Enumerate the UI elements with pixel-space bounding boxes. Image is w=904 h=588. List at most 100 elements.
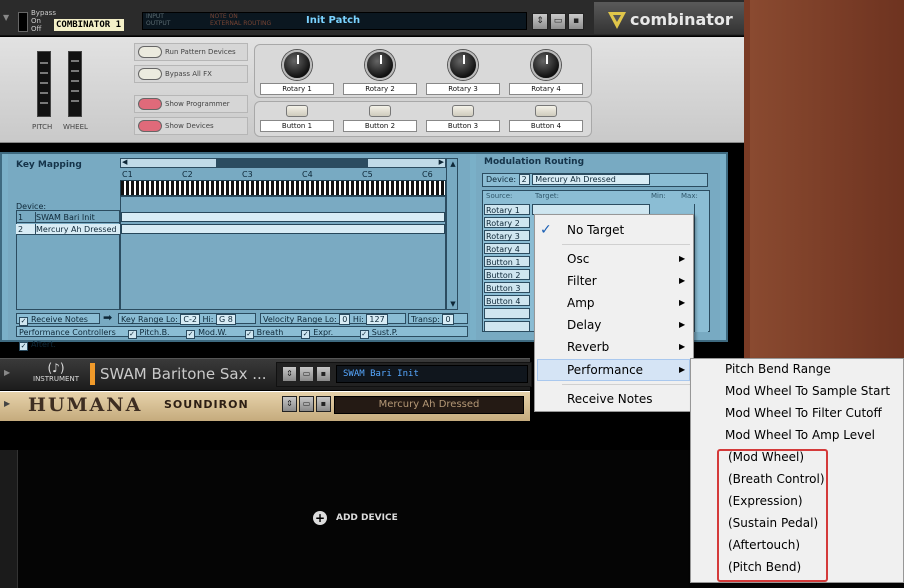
- device-row[interactable]: 1 SWAM Bari Init: [16, 212, 120, 223]
- mod-source-select[interactable]: Button 1: [484, 256, 530, 267]
- rotary-1-knob[interactable]: [282, 50, 312, 80]
- transpose-field[interactable]: Transp: 0: [408, 313, 468, 325]
- mod-source-select[interactable]: Rotary 4: [484, 243, 530, 254]
- menu-item-reverb[interactable]: Reverb: [567, 336, 609, 358]
- bypass-fx-label: Bypass All FX: [165, 70, 212, 78]
- button-1-label[interactable]: Button 1: [260, 120, 334, 132]
- add-device-button[interactable]: ADD DEVICE: [336, 511, 398, 525]
- menu-item-filter[interactable]: Filter: [567, 270, 597, 292]
- rotary-2-knob[interactable]: [365, 50, 395, 80]
- fold-triangle-icon[interactable]: ▼: [3, 13, 9, 22]
- receive-notes-checkbox[interactable]: ✓ Receive Notes: [16, 313, 100, 326]
- octave-label: C4: [302, 170, 313, 179]
- browse-patch-folder-icon[interactable]: ▭: [550, 13, 566, 30]
- bypass-switch[interactable]: [18, 12, 28, 32]
- humana-patch-name[interactable]: Mercury Ah Dressed: [334, 396, 524, 414]
- button-4[interactable]: [535, 105, 557, 117]
- rotary-3-knob[interactable]: [448, 50, 478, 80]
- swam-device-title: SWAM Baritone Sax ...: [100, 365, 267, 383]
- mod-source-select[interactable]: Rotary 1: [484, 204, 530, 215]
- menu-item-delay[interactable]: Delay: [567, 314, 601, 336]
- button-4-label[interactable]: Button 4: [509, 120, 583, 132]
- show-devices-button[interactable]: [138, 120, 162, 132]
- pitch-label: PITCH: [32, 123, 53, 131]
- bypass-all-fx-button[interactable]: [138, 68, 162, 80]
- scroll-up-icon[interactable]: ▲: [448, 159, 458, 169]
- breath-checkbox[interactable]: ✓ Breath: [244, 327, 299, 339]
- menu-item-amp[interactable]: Amp: [567, 292, 595, 314]
- mod-header-target: Target:: [535, 192, 560, 200]
- run-pattern-devices-button[interactable]: [138, 46, 162, 58]
- rotary-1-label[interactable]: Rotary 1: [260, 83, 334, 95]
- sustain-checkbox[interactable]: ✓ Sust.P.: [359, 327, 418, 339]
- browse-patch-folder-icon[interactable]: ▭: [299, 396, 314, 412]
- fold-triangle-icon[interactable]: ▶: [4, 399, 10, 408]
- save-patch-icon[interactable]: ▪: [316, 366, 331, 382]
- save-patch-icon[interactable]: ▪: [316, 396, 331, 412]
- submenu-item-mod-wheel-amp-level[interactable]: Mod Wheel To Amp Level: [725, 424, 875, 446]
- octave-label: C1: [122, 170, 133, 179]
- submenu-item-pitch-bend-range[interactable]: Pitch Bend Range: [725, 358, 831, 380]
- button-3-label[interactable]: Button 3: [426, 120, 500, 132]
- mod-wheel[interactable]: [68, 51, 82, 117]
- mod-source-select[interactable]: Button 3: [484, 282, 530, 293]
- patch-updown-button[interactable]: ⇕: [532, 13, 548, 30]
- device-list-scrollbar[interactable]: ▲ ▼: [446, 158, 458, 310]
- button-1[interactable]: [286, 105, 308, 117]
- key-range-bar-2[interactable]: [121, 224, 445, 234]
- scroll-down-icon[interactable]: ▼: [448, 299, 458, 309]
- menu-item-receive-notes[interactable]: Receive Notes: [567, 388, 652, 410]
- swam-patch-name[interactable]: SWAM Bari Init: [336, 365, 528, 383]
- save-patch-icon[interactable]: ▪: [568, 13, 584, 30]
- patch-updown-button[interactable]: ⇕: [282, 396, 297, 412]
- octave-label: C3: [242, 170, 253, 179]
- mod-source-select[interactable]: Button 2: [484, 269, 530, 280]
- patch-name[interactable]: Init Patch: [306, 14, 360, 28]
- submenu-arrow-icon: ▶: [679, 342, 686, 351]
- submenu-item-mod-wheel-sample-start[interactable]: Mod Wheel To Sample Start: [725, 380, 890, 402]
- add-device-icon[interactable]: +: [313, 511, 327, 525]
- menu-item-performance[interactable]: Performance: [567, 359, 643, 381]
- status-indicators: NOTE ON EXTERNAL ROUTING: [210, 13, 272, 27]
- show-programmer-label: Show Programmer: [165, 100, 230, 108]
- mod-source-select[interactable]: Button 4: [484, 295, 530, 306]
- velocity-range-fields[interactable]: Velocity Range Lo: 0 Hi: 127: [260, 313, 406, 325]
- mod-table-scrollbar[interactable]: [694, 204, 708, 332]
- run-pattern-label: Run Pattern Devices: [165, 48, 236, 56]
- mod-source-select[interactable]: [484, 321, 530, 332]
- submenu-item-mod-wheel-filter-cutoff[interactable]: Mod Wheel To Filter Cutoff: [725, 402, 882, 424]
- rotary-3-label[interactable]: Rotary 3: [426, 83, 500, 95]
- key-range-fields[interactable]: Key Range Lo: C-2 Hi: G 8: [118, 313, 256, 325]
- key-range-bar-1[interactable]: [121, 212, 445, 222]
- browse-patch-folder-icon[interactable]: ▭: [299, 366, 314, 382]
- button-2[interactable]: [369, 105, 391, 117]
- patch-updown-button[interactable]: ⇕: [282, 366, 297, 382]
- keyboard-scroll-thumb[interactable]: [216, 159, 368, 167]
- fold-triangle-icon[interactable]: ▶: [4, 368, 10, 377]
- menu-item-osc[interactable]: Osc: [567, 248, 589, 270]
- device-name-tape[interactable]: COMBINATOR 1: [54, 19, 124, 31]
- rotary-4-label[interactable]: Rotary 4: [509, 83, 583, 95]
- rotary-4-knob[interactable]: [531, 50, 561, 80]
- octave-label: C5: [362, 170, 373, 179]
- mod-source-select[interactable]: Rotary 3: [484, 230, 530, 241]
- mod-device-field: Device: 2 Mercury Ah Dressed: [482, 173, 708, 187]
- mod-source-select[interactable]: Rotary 2: [484, 217, 530, 228]
- mod-header-min: Min:: [651, 192, 666, 200]
- show-programmer-button[interactable]: [138, 98, 162, 110]
- button-3[interactable]: [452, 105, 474, 117]
- aftertouch-checkbox[interactable]: ✓ Aftert.: [19, 339, 69, 351]
- button-2-label[interactable]: Button 2: [343, 120, 417, 132]
- expression-checkbox[interactable]: ✓ Expr.: [301, 327, 357, 339]
- pitch-bend-checkbox[interactable]: ✓ Pitch.B.: [127, 327, 184, 339]
- pitch-wheel[interactable]: [37, 51, 51, 117]
- menu-item-no-target[interactable]: No Target: [567, 219, 624, 241]
- device-row-selected[interactable]: 2 Mercury Ah Dressed: [16, 224, 120, 235]
- mod-source-select[interactable]: [484, 308, 530, 319]
- rotary-2-label[interactable]: Rotary 2: [343, 83, 417, 95]
- piano-keyboard[interactable]: [120, 180, 446, 196]
- combinator-logo-text: combinator: [630, 10, 733, 29]
- mod-wheel-checkbox[interactable]: ✓ Mod.W.: [186, 327, 242, 339]
- key-mapping-title: Key Mapping: [16, 160, 82, 170]
- submenu-arrow-icon: ▶: [679, 365, 686, 374]
